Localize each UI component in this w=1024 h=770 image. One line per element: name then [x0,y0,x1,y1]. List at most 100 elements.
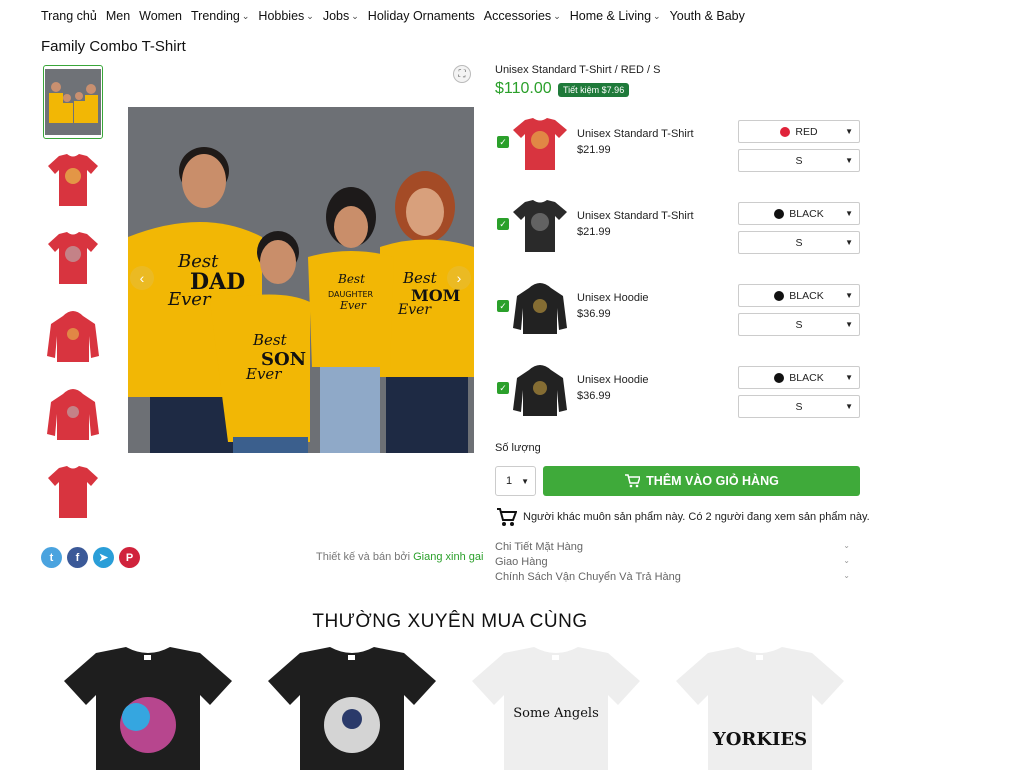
related-product[interactable] [58,645,238,770]
bundle-item: ✓ Unisex Standard T-Shirt $21.99 RED ▼ S ▼ [495,114,865,186]
chevron-down-icon: ▼ [845,127,853,136]
item-price: $21.99 [577,144,611,156]
color-swatch [774,290,785,301]
color-select[interactable]: BLACK ▼ [738,202,860,225]
nav-item[interactable]: Jobs ⌄ [323,9,359,23]
nav-item-label: Jobs [322,9,350,23]
chevron-down-icon: ▼ [845,238,853,247]
chevron-down-icon: ⌄ [351,10,359,21]
thumbnail-red-hoodie[interactable] [43,299,103,373]
accordion-label: Chi Tiết Mặt Hàng [495,541,584,553]
twitter-icon[interactable]: t [41,547,62,568]
chevron-down-icon: ▼ [845,291,853,300]
save-badge: Tiết kiệm $7.96 [558,83,630,97]
fullscreen-icon[interactable]: ⛶ [453,65,471,83]
thumbnail-red-tee[interactable] [43,143,103,217]
item-checkbox[interactable]: ✓ [497,218,509,230]
thumbnail-red-tee-back[interactable] [43,455,103,529]
item-image [511,114,569,172]
svg-text:Ever: Ever [397,302,432,318]
accordion-item[interactable]: Chi Tiết Mặt Hàng ⌄ [495,541,850,553]
svg-text:Best: Best [402,269,438,287]
related-product[interactable]: Some Angels [466,645,646,770]
size-select[interactable]: S ▼ [738,313,860,336]
size-select[interactable]: S ▼ [738,395,860,418]
accordion-item[interactable]: Giao Hàng ⌄ [495,556,850,568]
thumbnail-family[interactable] [43,65,103,139]
svg-text:Ever: Ever [339,299,367,312]
item-image [511,278,569,336]
nav-item[interactable]: Trang chủ [41,9,97,23]
share-buttons: t f ➤ P [41,547,140,568]
chevron-down-icon: ⌄ [306,10,314,21]
add-to-cart-button[interactable]: THÊM VÀO GIỎ HÀNG [543,466,860,496]
nav-item[interactable]: Home & Living ⌄ [570,9,661,23]
nav-item-label: Men [105,9,131,23]
related-print-text: YORKIES [712,729,807,750]
watching-notice: Người khác muôn sản phẩm này. Có 2 người… [495,506,870,528]
main-product-image: Best DAD Ever Best SON Ever Best DAUGHTE… [128,107,474,453]
item-name: Unisex Standard T-Shirt [577,210,694,222]
svg-text:Best: Best [252,331,288,349]
chevron-down-icon: ⌄ [653,10,661,21]
chevron-down-icon: ⌄ [241,10,250,21]
shopping-cart-icon [497,508,517,526]
bundle-item: ✓ Unisex Hoodie $36.99 BLACK ▼ S ▼ [495,278,865,350]
pinterest-icon[interactable]: P [119,547,140,568]
svg-text:Best: Best [337,272,365,286]
product-title: Family Combo T-Shirt [41,38,186,55]
item-checkbox[interactable]: ✓ [497,300,509,312]
color-value: BLACK [789,207,824,220]
nav-item[interactable]: Men [106,9,130,23]
chevron-down-icon: ▼ [845,209,853,218]
nav-item[interactable]: Youth & Baby [670,9,745,23]
size-select[interactable]: S ▼ [738,149,860,172]
color-select[interactable]: RED ▼ [738,120,860,143]
chevron-down-icon: ▼ [845,320,853,329]
facebook-icon[interactable]: f [67,547,88,568]
nav-item[interactable]: Trending ⌄ [191,9,249,23]
related-product[interactable]: YORKIES [670,645,850,770]
accordion-label: Giao Hàng [495,556,548,568]
accordion-label: Chính Sách Vận Chuyển Và Trả Hàng [495,571,681,583]
color-select[interactable]: BLACK ▼ [738,366,860,389]
selected-variant: Unisex Standard T-Shirt / RED / S [495,64,661,76]
next-image-button[interactable]: › [447,266,471,290]
cart-icon [625,474,641,488]
designer-link[interactable]: Giang xinh gai [413,551,483,563]
nav-item[interactable]: Hobbies ⌄ [258,9,313,23]
quantity-select[interactable]: 1 ▼ [495,466,536,496]
nav-item-label: Home & Living [569,9,652,23]
telegram-icon[interactable]: ➤ [93,547,114,568]
chevron-down-icon: ▼ [521,476,529,486]
chevron-down-icon: ▼ [845,156,853,165]
top-nav: Trang chủ Men Women Trending ⌄ Hobbies ⌄ Jobs ⌄ H… [41,0,754,32]
chevron-down-icon: ▼ [845,373,853,382]
quantity-label: Số lượng [495,442,541,454]
related-product[interactable] [262,645,442,770]
chevron-down-icon: ⌄ [843,541,850,550]
bundle-item: ✓ Unisex Hoodie $36.99 BLACK ▼ S ▼ [495,360,865,432]
designer-credit: Thiết kế và bán bởi Giang xinh gai [316,551,483,563]
nav-item[interactable]: Accessories ⌄ [484,9,561,23]
thumbnail-red-hoodie-2[interactable] [43,377,103,451]
color-value: BLACK [789,371,824,384]
nav-item-label: Hobbies [258,9,305,23]
chevron-down-icon: ⌄ [553,10,561,21]
color-select[interactable]: BLACK ▼ [738,284,860,307]
item-name: Unisex Hoodie [577,374,649,386]
svg-text:DAUGHTER: DAUGHTER [328,290,374,299]
nav-item[interactable]: Women [139,9,182,23]
item-name: Unisex Standard T-Shirt [577,128,694,140]
item-price: $21.99 [577,226,611,238]
item-checkbox[interactable]: ✓ [497,136,509,148]
prev-image-button[interactable]: ‹ [130,266,154,290]
item-checkbox[interactable]: ✓ [497,382,509,394]
size-select[interactable]: S ▼ [738,231,860,254]
svg-text:Ever: Ever [245,365,282,383]
accordion-item[interactable]: Chính Sách Vận Chuyển Và Trả Hàng ⌄ [495,571,850,583]
thumbnail-red-tee-2[interactable] [43,221,103,295]
nav-item-label: Accessories [483,9,552,23]
related-section-title: THƯỜNG XUYÊN MUA CÙNG [312,611,588,632]
nav-item[interactable]: Holiday Ornaments [368,9,475,23]
